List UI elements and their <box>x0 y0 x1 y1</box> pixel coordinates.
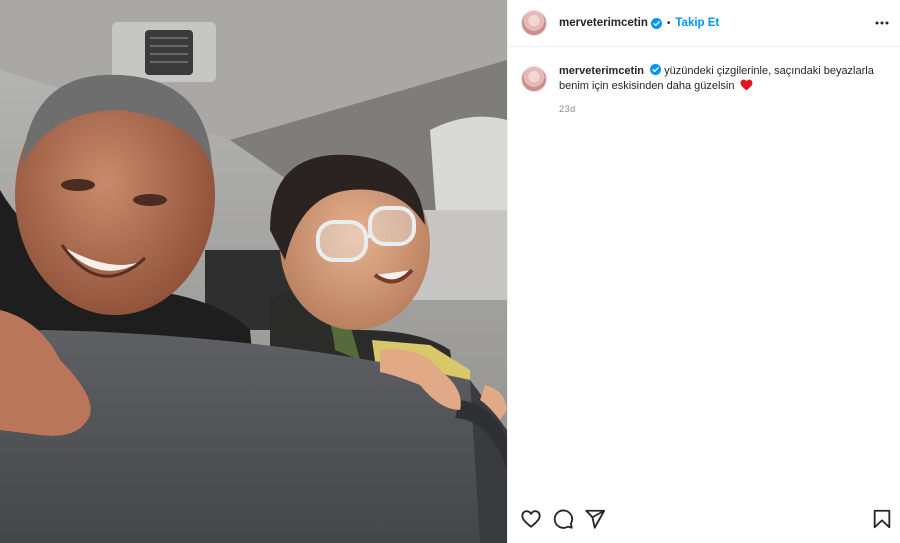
more-options-icon[interactable] <box>873 15 891 31</box>
comment-icon[interactable] <box>552 508 574 530</box>
post-caption: merveterimcetin yüzündeki çizgilerinle, … <box>521 64 891 115</box>
verified-badge-icon <box>650 64 662 75</box>
caption-body: merveterimcetin yüzündeki çizgilerinle, … <box>559 64 879 115</box>
post-photo[interactable] <box>0 0 507 543</box>
separator-dot: • <box>666 17 671 29</box>
red-heart-emoji-icon <box>740 79 753 91</box>
bookmark-icon[interactable] <box>871 508 893 530</box>
post-header: merveterimcetin • Takip Et <box>508 0 900 47</box>
caption-avatar[interactable] <box>521 66 547 92</box>
author-avatar[interactable] <box>521 10 547 36</box>
post-side-panel: merveterimcetin • Takip Et merveterimcet… <box>507 0 900 543</box>
share-icon[interactable] <box>584 508 606 530</box>
caption-text: merveterimcetin yüzündeki çizgilerinle, … <box>559 64 879 94</box>
follow-button[interactable]: Takip Et <box>675 17 719 29</box>
post-timestamp[interactable]: 23d <box>559 104 879 115</box>
verified-badge-icon <box>650 17 662 29</box>
post-action-bar <box>508 495 900 543</box>
caption-username[interactable]: merveterimcetin <box>559 65 644 77</box>
photo-illustration <box>0 0 507 543</box>
author-username[interactable]: merveterimcetin <box>559 17 648 29</box>
heart-icon[interactable] <box>520 508 542 530</box>
instagram-post: merveterimcetin • Takip Et merveterimcet… <box>0 0 900 543</box>
